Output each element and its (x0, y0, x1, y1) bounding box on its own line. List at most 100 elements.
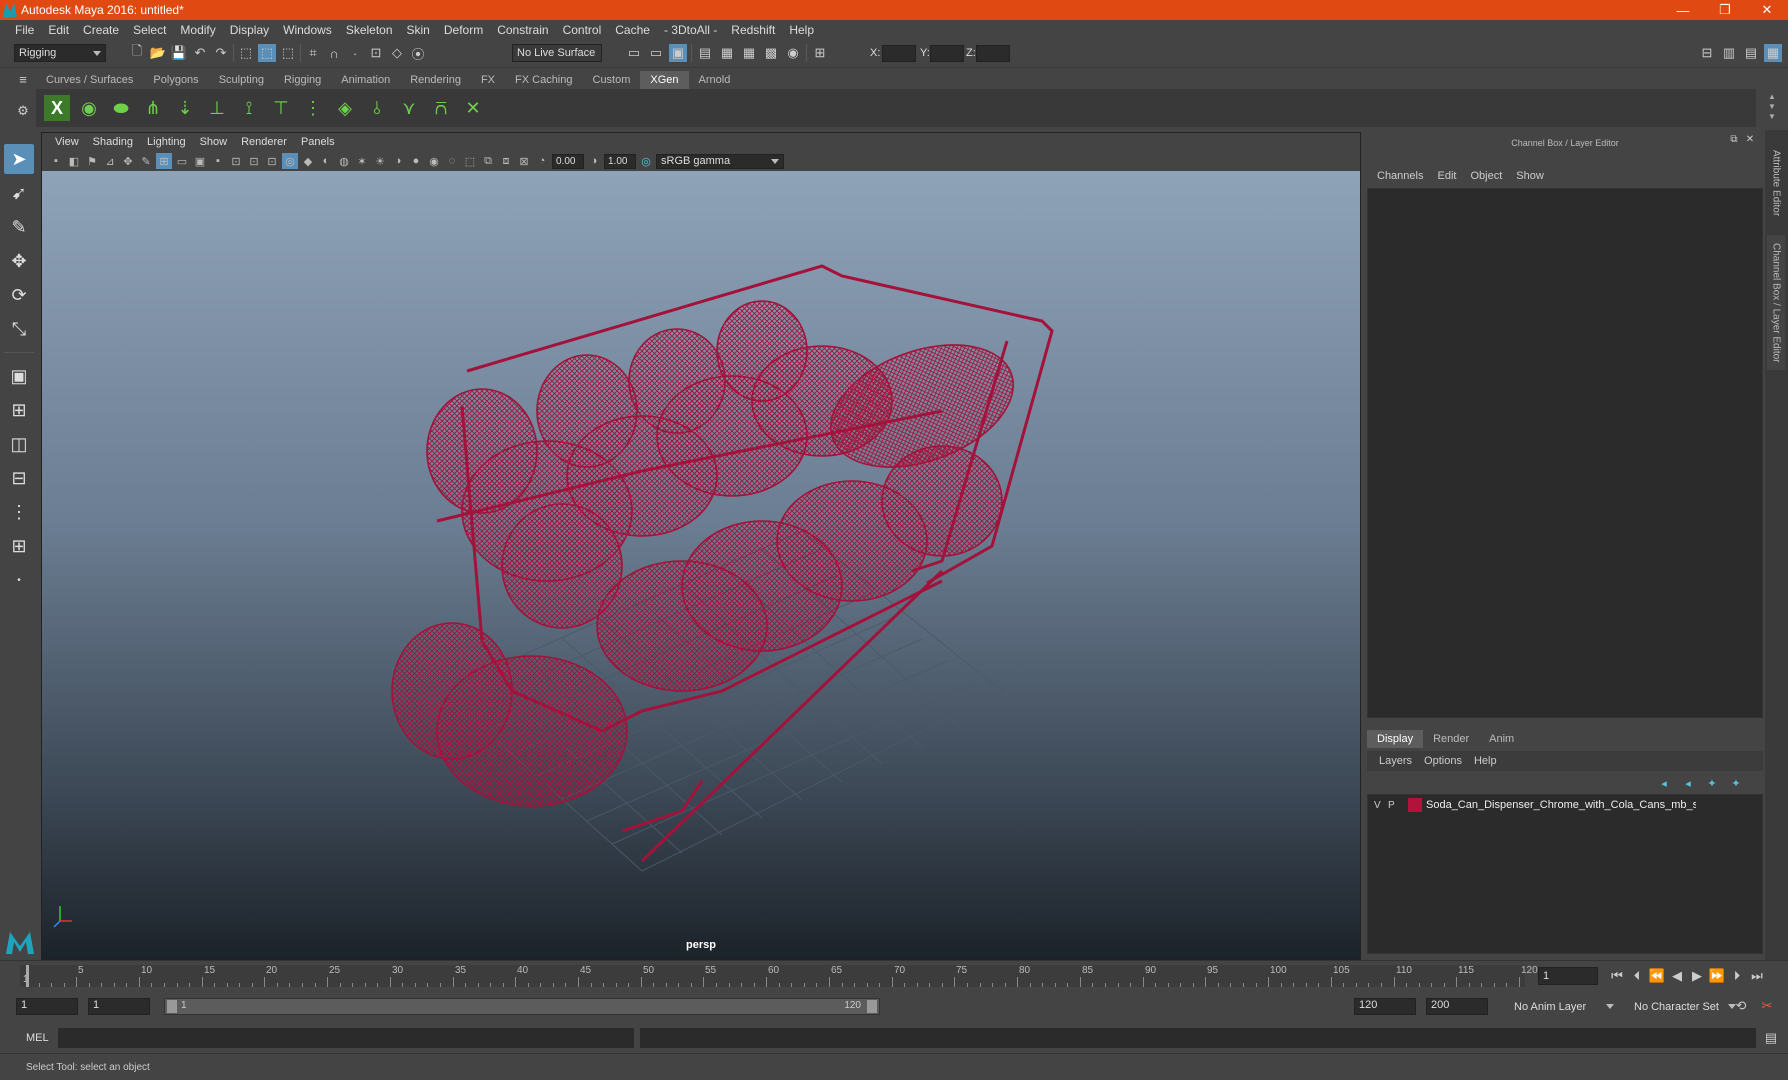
move-layer-up-icon[interactable]: ◂ (1655, 774, 1673, 792)
move-layer-down-icon[interactable]: ◂ (1679, 774, 1697, 792)
color-space-dropdown[interactable]: sRGB gamma (656, 153, 784, 169)
wireframe-on-shaded-icon[interactable]: ◐ (318, 153, 334, 169)
menu-skin[interactable]: Skin (400, 23, 437, 37)
wireframe-icon[interactable]: ◎ (282, 153, 298, 169)
layer-row[interactable]: V P Soda_Can_Dispenser_Chrome_with_Cola_… (1368, 795, 1762, 815)
safe-action-icon[interactable]: ⊡ (246, 153, 262, 169)
menu-select[interactable]: Select (126, 23, 173, 37)
menu-windows[interactable]: Windows (276, 23, 339, 37)
xgen-bend-icon[interactable]: ⫰ (364, 95, 390, 121)
step-forward-key-icon[interactable]: ⏩ (1708, 967, 1726, 985)
playback-end-field[interactable]: 120 (1354, 998, 1416, 1015)
menu-display[interactable]: Display (223, 23, 276, 37)
modeling-toolkit-icon[interactable]: ⊟ (1698, 44, 1716, 62)
menuset-dropdown[interactable]: Rigging (14, 44, 106, 62)
xgen-delete-guides-icon[interactable]: ✕ (460, 95, 486, 121)
select-component-icon[interactable]: ⬚ (279, 44, 297, 62)
tab-render[interactable]: Render (1423, 730, 1479, 748)
shelf-tab-arnold[interactable]: Arnold (689, 71, 741, 89)
help-menu[interactable]: Help (1468, 755, 1503, 767)
script-editor-icon[interactable]: ▤ (1762, 1029, 1780, 1047)
animation-preferences-icon[interactable]: ✂ (1758, 997, 1776, 1015)
safe-title-icon[interactable]: ⊡ (264, 153, 280, 169)
depth-of-field-icon[interactable]: ◌ (444, 153, 460, 169)
ipr-render-icon[interactable]: ▦ (740, 44, 758, 62)
range-end-handle[interactable] (867, 1000, 877, 1013)
xray-components-icon[interactable]: ⊠ (516, 153, 532, 169)
z-field[interactable] (976, 45, 1010, 62)
isolate-select-icon[interactable]: ⬚ (462, 153, 478, 169)
menu-control[interactable]: Control (556, 23, 609, 37)
shelf-settings-gear-icon[interactable]: ⚙ (14, 102, 32, 120)
viewport-menu-show[interactable]: Show (193, 136, 235, 148)
exposure-field[interactable]: 0.00 (552, 153, 584, 169)
animation-start-field[interactable]: 1 (16, 998, 78, 1015)
xgen-preview-eye-icon[interactable]: ◉ (76, 95, 102, 121)
xray-joints-icon[interactable]: ⧈ (498, 153, 514, 169)
attribute-editor-toggle-icon[interactable]: ▥ (1720, 44, 1738, 62)
new-scene-icon[interactable]: 🗋 (128, 43, 146, 62)
construction-history-icon[interactable]: ▣ (669, 44, 687, 62)
textured-icon[interactable]: ◍ (336, 153, 352, 169)
shelf-tab-rigging[interactable]: Rigging (274, 71, 331, 89)
select-hierarchy-icon[interactable]: ⬚ (237, 44, 255, 62)
viewport-menu-renderer[interactable]: Renderer (234, 136, 294, 148)
film-gate-icon[interactable]: ▭ (174, 153, 190, 169)
viewport-menu-lighting[interactable]: Lighting (140, 136, 193, 148)
select-object-icon[interactable]: ⬚ (258, 44, 276, 62)
render-settings-icon[interactable]: ▩ (762, 44, 780, 62)
shelf-tab-sculpting[interactable]: Sculpting (209, 71, 274, 89)
xgen-window-icon[interactable]: X (44, 95, 70, 121)
single-perspective-layout-icon[interactable]: ▣ (4, 361, 34, 391)
character-set-dropdown[interactable]: No Character Set (1630, 998, 1740, 1015)
xgen-add-guide-icon[interactable]: ⇣ (172, 95, 198, 121)
menu-create[interactable]: Create (76, 23, 126, 37)
snap-view-icon[interactable]: ⊡ (367, 44, 385, 62)
hypershade-layout-icon[interactable]: ⋮ (4, 497, 34, 527)
time-ruler[interactable]: 5 10 15 20 25 30 35 40 45 50 55 60 65 70 75 80 85 90 95 100… (20, 965, 1538, 987)
transform-mode-icon[interactable]: ⊞ (811, 44, 829, 62)
menu-modify[interactable]: Modify (173, 23, 222, 37)
motion-blur-icon[interactable]: ● (408, 153, 424, 169)
viewport-menu-view[interactable]: View (48, 136, 86, 148)
viewport-menu-panels[interactable]: Panels (294, 136, 342, 148)
more-layouts-icon[interactable]: • (4, 565, 34, 595)
lasso-tool-icon[interactable]: ➹ (4, 178, 34, 208)
save-scene-icon[interactable]: 💾 (170, 44, 188, 62)
two-d-pan-icon[interactable]: ✥ (120, 153, 136, 169)
time-slider[interactable]: 5 10 15 20 25 30 35 40 45 50 55 60 65 70 75 80 85 90 95 100… (0, 960, 1788, 990)
shelf-tab-curves-surfaces[interactable]: Curves / Surfaces (36, 71, 143, 89)
move-tool-icon[interactable]: ✥ (4, 246, 34, 276)
input-ops-icon[interactable]: ▭ (625, 44, 643, 62)
channels-menu[interactable]: Channels (1371, 170, 1429, 182)
show-menu[interactable]: Show (1510, 170, 1550, 182)
xgen-place-guides-icon[interactable]: ⋔ (140, 95, 166, 121)
tool-settings-toggle-icon[interactable]: ▤ (1742, 44, 1760, 62)
xgen-lock-length-icon[interactable]: ⊤ (268, 95, 294, 121)
close-panel-icon[interactable]: ✕ (1743, 132, 1757, 146)
shelf-tab-fx-caching[interactable]: FX Caching (505, 71, 582, 89)
step-forward-frame-icon[interactable]: ⏵ (1728, 967, 1746, 985)
menu-constrain[interactable]: Constrain (490, 23, 555, 37)
go-to-end-icon[interactable]: ⏭ (1748, 967, 1766, 985)
attribute-editor-side-tab[interactable]: Attribute Editor (1767, 138, 1785, 228)
shelf-scroll[interactable]: ▲ ▼ ▼ (1764, 92, 1780, 124)
perspective-viewport[interactable]: View Shading Lighting Show Renderer Pane… (41, 132, 1361, 960)
new-layer-icon[interactable]: ✦ (1703, 774, 1721, 792)
shelf-tab-xgen[interactable]: XGen (640, 71, 689, 89)
y-field[interactable] (930, 45, 964, 62)
xgen-cut-icon[interactable]: ⩃ (428, 95, 454, 121)
animation-end-field[interactable]: 200 (1426, 998, 1488, 1015)
rotate-tool-icon[interactable]: ⟳ (4, 280, 34, 310)
object-menu[interactable]: Object (1464, 170, 1508, 182)
step-back-key-icon[interactable]: ⏪ (1648, 967, 1666, 985)
viewport-scene[interactable]: persp (42, 171, 1360, 959)
xgen-layers-icon[interactable]: ◈ (332, 95, 358, 121)
resolution-gate-icon[interactable]: ▣ (192, 153, 208, 169)
snap-live-icon[interactable]: ⦿ (409, 44, 427, 62)
output-ops-icon[interactable]: ▭ (647, 44, 665, 62)
xray-icon[interactable]: ⧉ (480, 153, 496, 169)
menu-file[interactable]: File (8, 23, 41, 37)
menu-redshift[interactable]: Redshift (724, 23, 782, 37)
layer-color-swatch[interactable] (1408, 798, 1422, 812)
